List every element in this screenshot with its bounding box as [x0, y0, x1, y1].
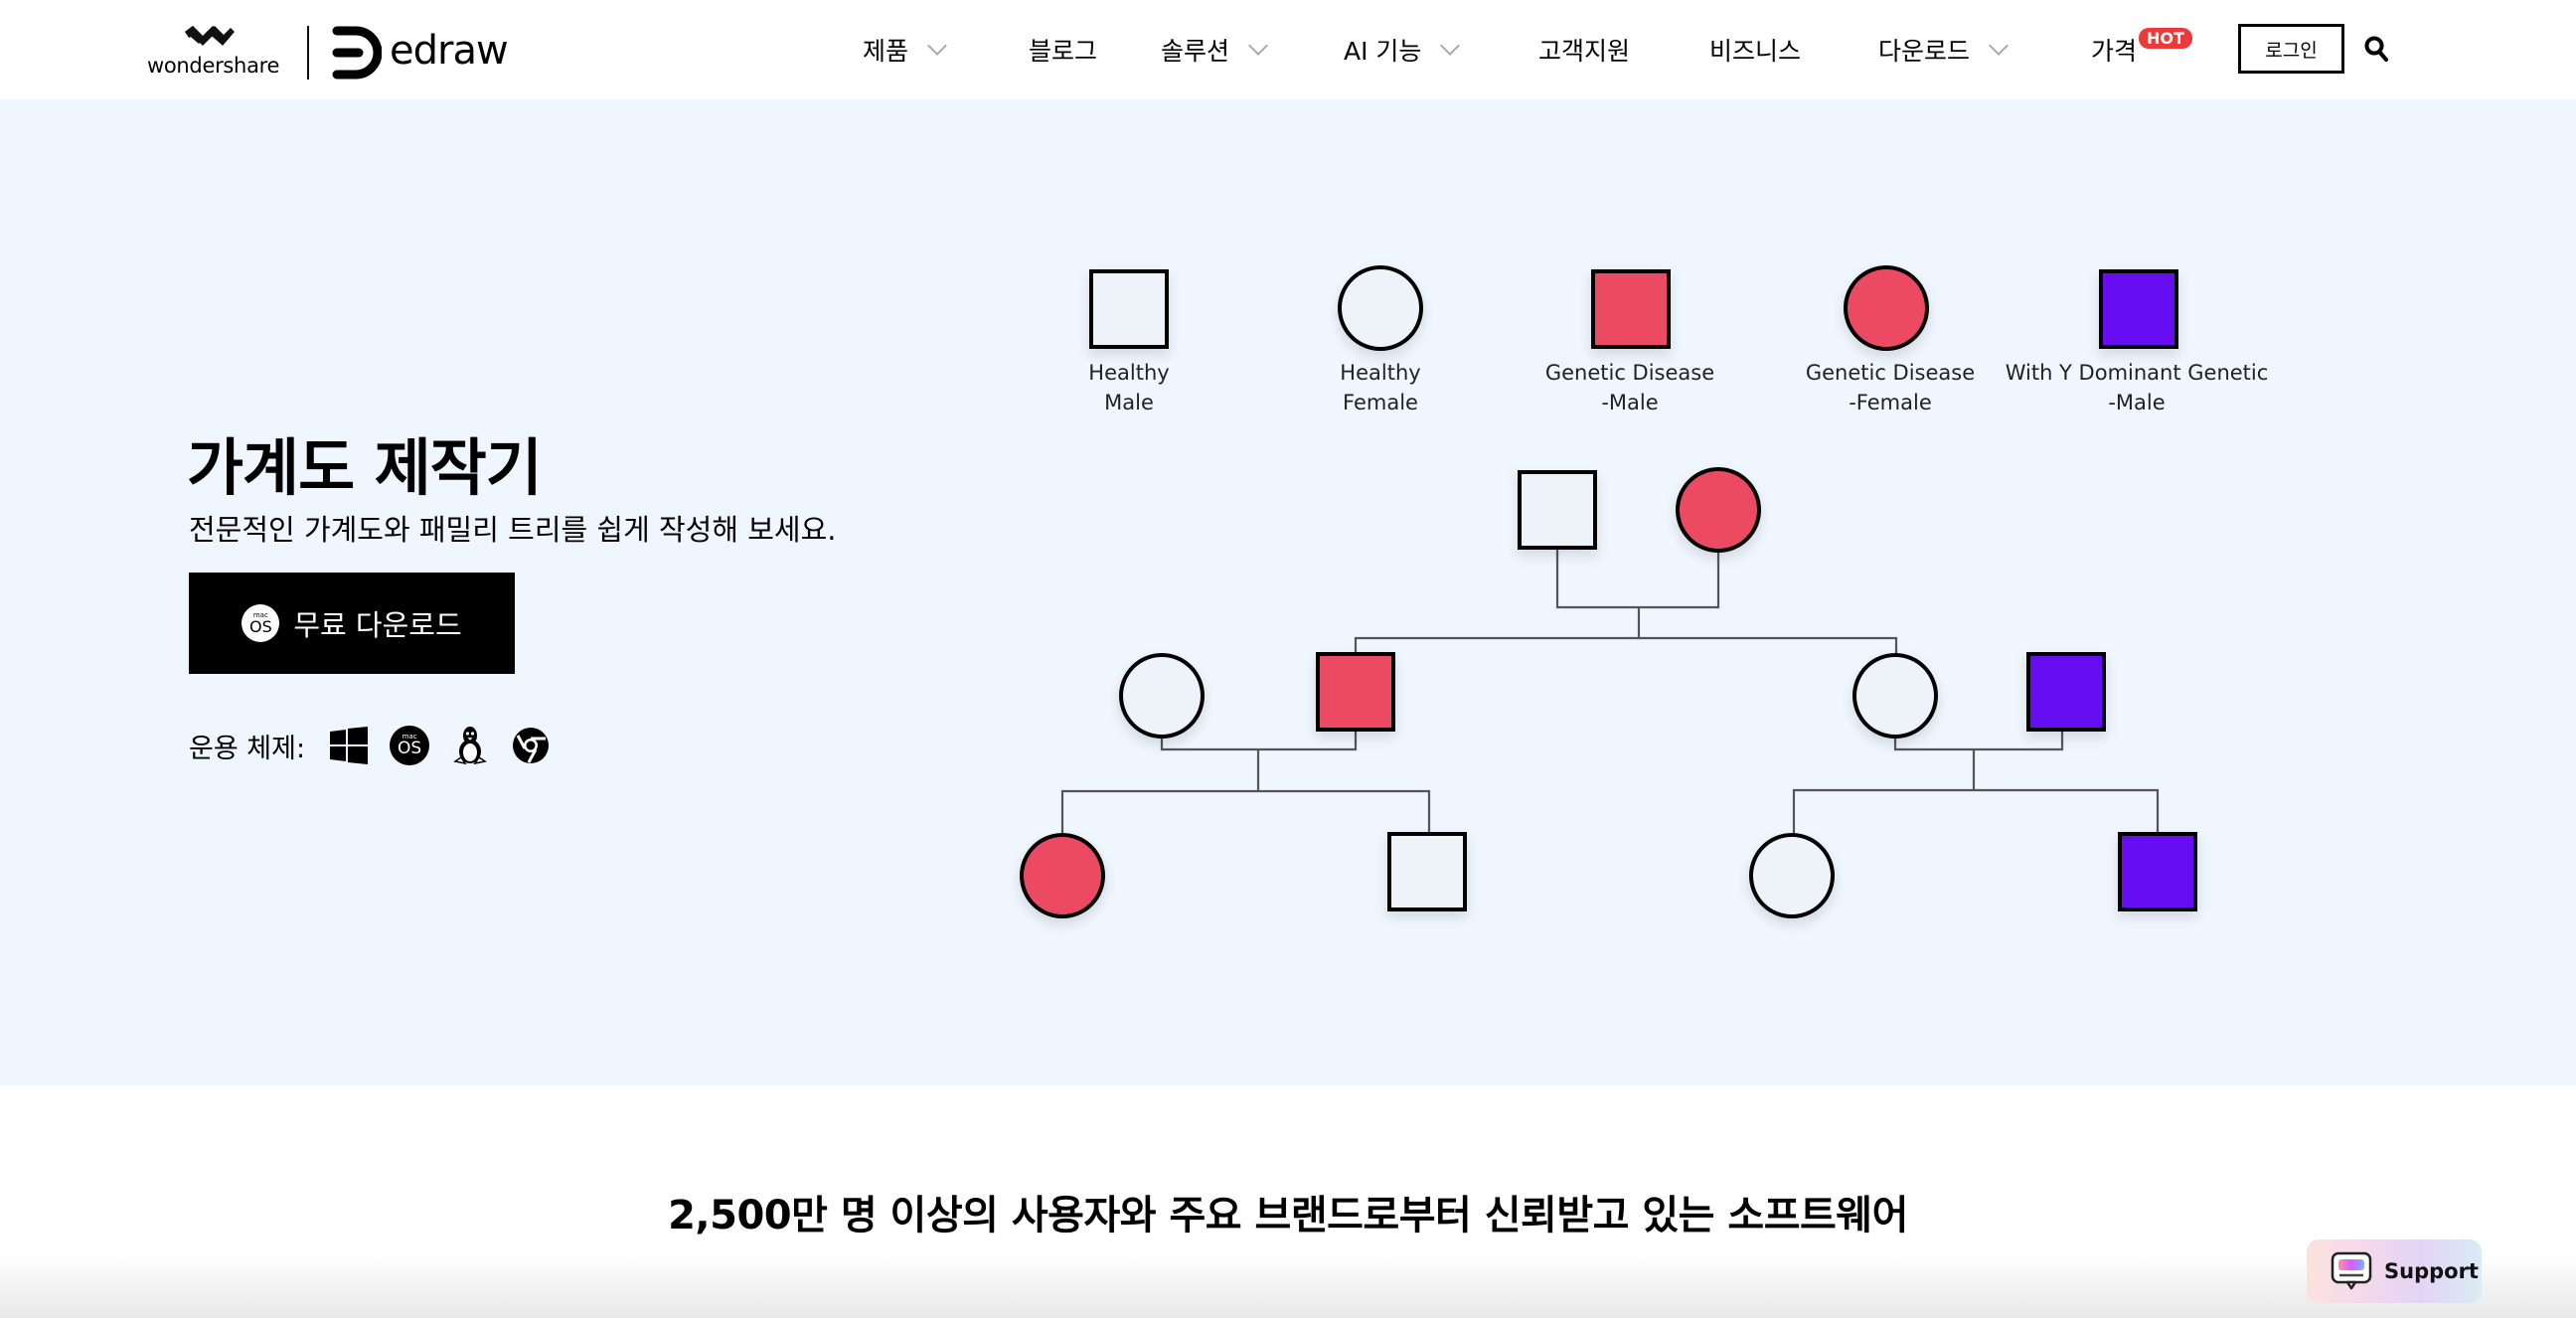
- hot-badge: HOT: [2139, 27, 2192, 49]
- nav-item-label: 고객지원: [1538, 37, 1631, 66]
- support-button[interactable]: Support: [2307, 1239, 2482, 1303]
- nav-item-label: 가격: [2091, 37, 2138, 66]
- nav-item-label: 비즈니스: [1709, 37, 1802, 66]
- legend-label-healthy-male: Healthy Male: [1088, 361, 1170, 414]
- search-icon[interactable]: [2363, 35, 2389, 63]
- logo-divider: [307, 26, 309, 80]
- legend-square-healthy: [1089, 269, 1169, 349]
- nav-item-label: 블로그: [1029, 37, 1098, 66]
- legend-circle-disease: [1844, 265, 1929, 351]
- member-p1h: [1316, 652, 1395, 732]
- nav-item-support[interactable]: 고객지원: [1538, 30, 1630, 70]
- edraw-wordmark: edraw: [390, 28, 509, 74]
- nav-item-business[interactable]: 비즈니스: [1709, 30, 1801, 70]
- chevron-down-icon: [1248, 36, 1268, 56]
- marriage-line-gen1: [1555, 548, 1720, 609]
- legend-shapes: [1089, 265, 2178, 351]
- legend-circle-healthy: [1338, 265, 1423, 351]
- member-gm: [1676, 467, 1761, 553]
- nav-item-label: AI 기능: [1344, 37, 1422, 66]
- nav-item-solutions[interactable]: 솔루션: [1161, 30, 1268, 70]
- pedigree-members: [1020, 467, 2197, 918]
- legend-square-disease: [1591, 269, 1671, 349]
- wondershare-wordmark: wondershare: [147, 54, 280, 78]
- nav-item-download[interactable]: 다운로드: [1878, 30, 2009, 70]
- sibship-line-gen2: [1354, 636, 1898, 655]
- hero-section: 가계도 제작기 전문적인 가계도와 패밀리 트리를 쉽게 작성해 보세요. ma…: [0, 99, 2576, 1085]
- sibship-line-right: [1792, 788, 2160, 835]
- marriage-line-left: [1160, 730, 1358, 751]
- chevron-down-icon: [927, 36, 947, 56]
- member-c3: [1749, 833, 1835, 918]
- legend-label-healthy-female: Healthy Female: [1340, 361, 1421, 414]
- legend-label-y-dominant-male: With Y Dominant Genetic -Male: [2005, 361, 2269, 414]
- bottom-shade: [0, 1252, 2576, 1318]
- chat-support-icon: [2331, 1251, 2372, 1290]
- nav-item-label: 다운로드: [1878, 37, 1971, 66]
- member-c4: [2118, 832, 2197, 911]
- chevron-down-icon: [1440, 36, 1461, 56]
- marriage-line-right: [1893, 730, 2064, 751]
- member-p2h: [2026, 652, 2106, 732]
- nav-item-ai-features[interactable]: AI 기능: [1344, 30, 1461, 70]
- pedigree-connectors: [1060, 548, 2160, 835]
- nav-item-products[interactable]: 제품: [863, 30, 947, 70]
- sibship-line-left: [1060, 789, 1431, 835]
- trust-heading: 2,500만 명 이상의 사용자와 주요 브랜드로부터 신뢰받고 있는 소프트웨…: [668, 1193, 1908, 1238]
- legend-label-disease-male: Genetic Disease -Male: [1544, 361, 1715, 414]
- nav-item-label: 솔루션: [1161, 37, 1230, 66]
- wondershare-logo[interactable]: wondershare: [147, 22, 280, 82]
- member-gf: [1518, 470, 1597, 550]
- site-header: wondershare edraw 제품 블로그 솔루션 AI 기능 고객지원 …: [0, 0, 2576, 99]
- wondershare-mark-icon: [185, 26, 235, 46]
- member-p1w: [1119, 653, 1205, 739]
- legend-label-disease-female: Genetic Disease -Female: [1805, 361, 1976, 414]
- edraw-mark-icon: [332, 26, 382, 80]
- nav-item-pricing[interactable]: 가격 HOT: [2091, 27, 2192, 70]
- member-c2: [1387, 832, 1467, 911]
- member-p2w: [1852, 653, 1938, 739]
- nav-item-label: 제품: [863, 37, 909, 66]
- support-label: Support: [2384, 1259, 2479, 1283]
- login-button[interactable]: 로그인: [2238, 24, 2344, 74]
- nav-item-blog[interactable]: 블로그: [1029, 30, 1097, 70]
- chevron-down-icon: [1989, 36, 2009, 56]
- pedigree-diagram: [1020, 265, 2197, 918]
- member-c1: [1020, 833, 1105, 918]
- legend-square-y_dominant: [2099, 269, 2178, 349]
